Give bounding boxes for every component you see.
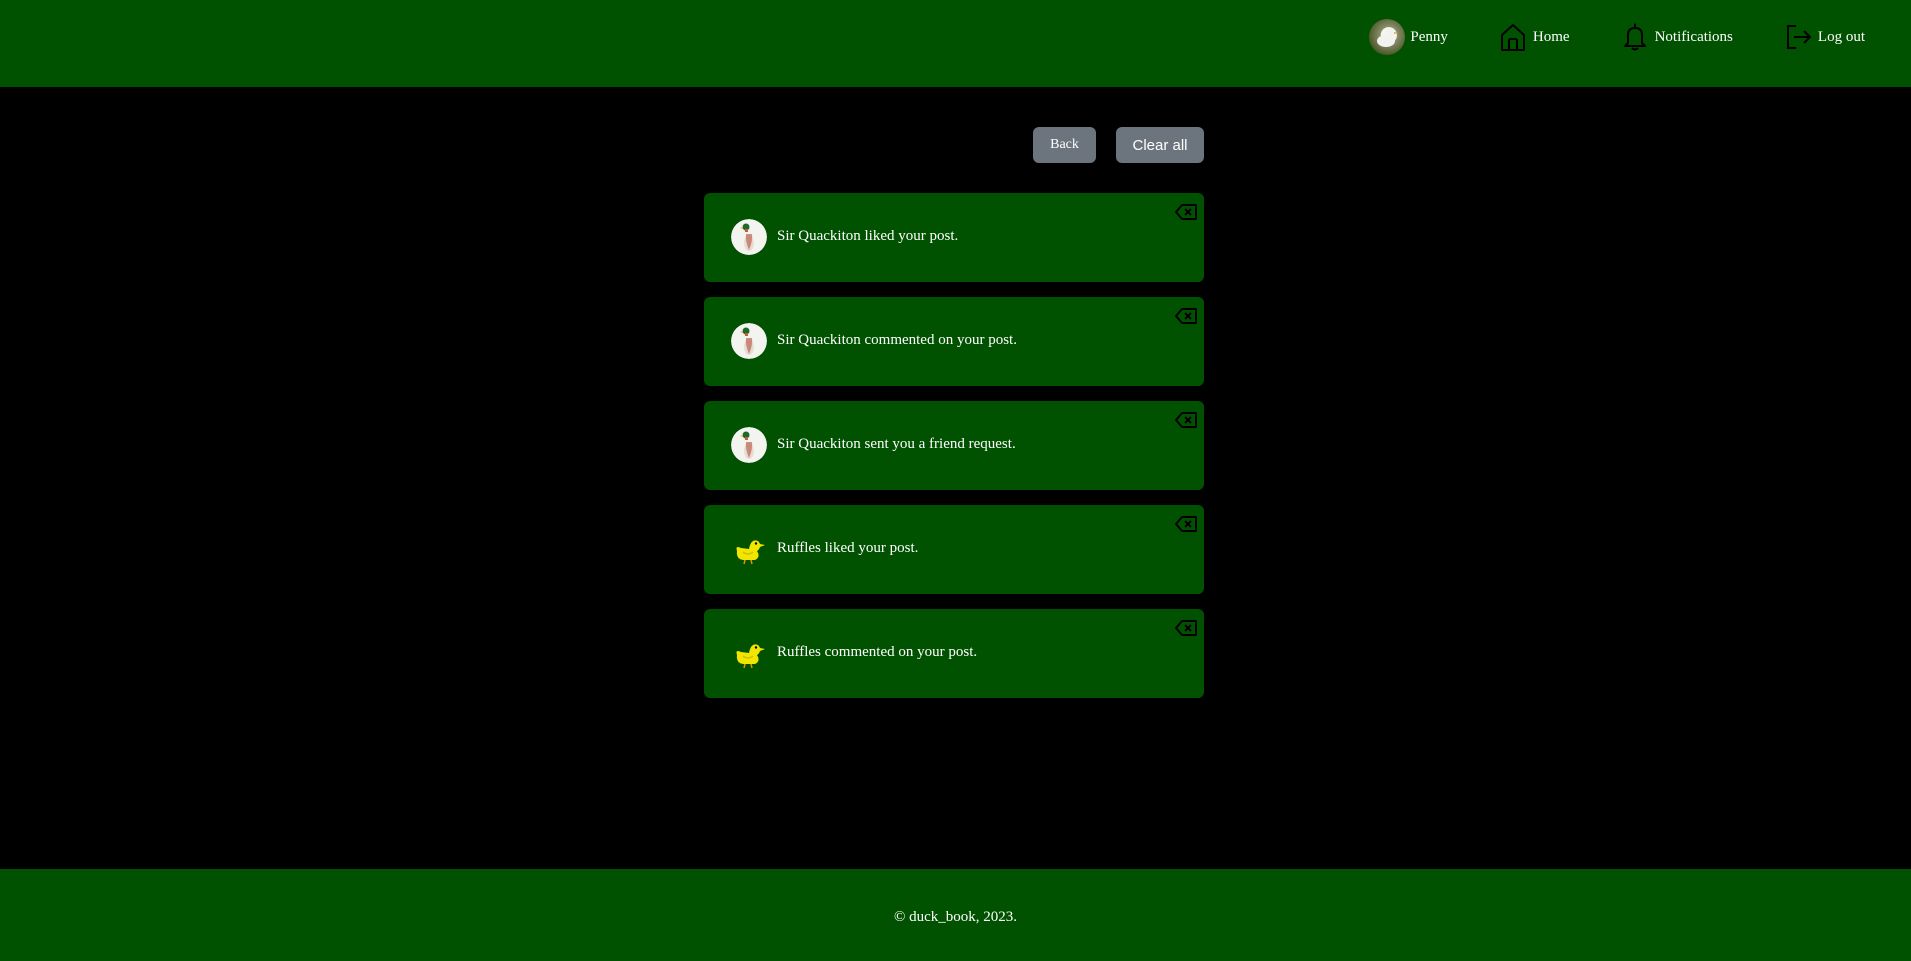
clear-all-button[interactable]: Clear all <box>1116 127 1204 163</box>
nav-notifications-label: Notifications <box>1654 28 1733 45</box>
mallard-avatar <box>731 427 767 463</box>
mallard-icon <box>731 323 767 359</box>
notification-list: Sir Quackiton liked your post. Sir Quack… <box>704 193 1204 698</box>
yellow-duck-icon <box>736 540 765 565</box>
notification-card: Sir Quackiton sent you a friend request. <box>704 401 1204 490</box>
yellow-duck-avatar <box>731 531 767 567</box>
bell-icon <box>1623 23 1646 51</box>
notification-message: Sir Quackiton sent you a friend request. <box>777 436 1016 452</box>
delete-notification-icon[interactable] <box>1174 203 1198 221</box>
notification-message: Sir Quackiton liked your post. <box>777 228 959 244</box>
mallard-icon <box>731 219 767 255</box>
nav-home-link[interactable]: Home <box>1498 22 1570 52</box>
footer: © duck_book, 2023. <box>0 869 1911 961</box>
notification-card: Ruffles commented on your post. <box>704 609 1204 698</box>
notification-message: Ruffles liked your post. <box>777 540 919 556</box>
copyright-text: © duck_book, 2023. <box>893 909 1018 925</box>
delete-notification-icon[interactable] <box>1174 619 1198 637</box>
house-icon <box>1500 24 1525 51</box>
mallard-icon <box>731 427 767 463</box>
nav-profile-link[interactable]: Penny <box>1369 19 1448 55</box>
mallard-avatar <box>731 323 767 359</box>
delete-notification-icon[interactable] <box>1174 411 1198 429</box>
nav-items: Penny Home Notifications Log out <box>1369 18 1865 56</box>
delete-notification-icon[interactable] <box>1174 307 1198 325</box>
mallard-avatar <box>731 219 767 255</box>
yellow-duck-avatar <box>731 635 767 671</box>
back-button[interactable]: Back <box>1033 127 1096 163</box>
notification-card: Sir Quackiton commented on your post. <box>704 297 1204 386</box>
yellow-duck-icon <box>736 644 765 669</box>
profile-avatar <box>1369 19 1406 55</box>
notifications-page: Back Clear all Sir Quackiton liked your … <box>704 127 1204 713</box>
notification-card: Ruffles liked your post. <box>704 505 1204 594</box>
action-buttons: Back Clear all <box>704 127 1204 163</box>
navbar: Penny Home Notifications Log out <box>0 0 1911 87</box>
notification-message: Sir Quackiton commented on your post. <box>777 332 1017 348</box>
notification-card: Sir Quackiton liked your post. <box>704 193 1204 282</box>
duck-photo-icon <box>1377 28 1399 47</box>
delete-notification-icon[interactable] <box>1174 515 1198 533</box>
nav-home-label: Home <box>1532 28 1570 45</box>
nav-profile-label: Penny <box>1410 28 1448 45</box>
notification-message: Ruffles commented on your post. <box>777 644 978 660</box>
nav-notifications-link[interactable]: Notifications <box>1620 22 1733 52</box>
nav-logout-label: Log out <box>1817 28 1865 45</box>
logout-icon <box>1786 25 1812 49</box>
nav-logout-link[interactable]: Log out <box>1783 22 1865 52</box>
